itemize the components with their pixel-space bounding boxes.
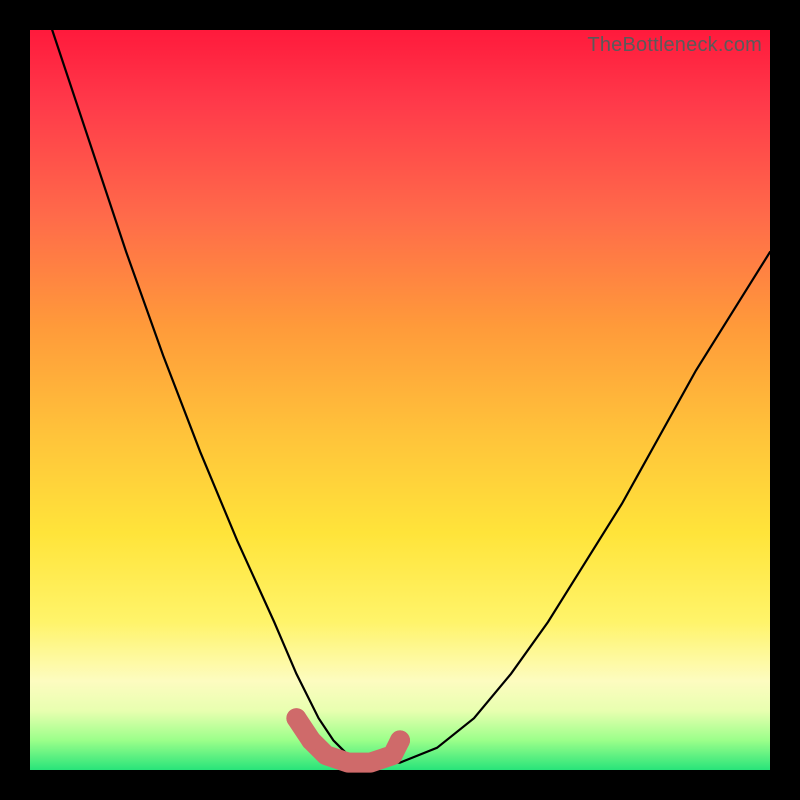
curve-layer (30, 30, 770, 770)
flat-bottom-markers (286, 708, 410, 762)
marker-dot (390, 730, 410, 750)
marker-dot (286, 708, 306, 728)
marker-dot (301, 730, 321, 750)
bottleneck-curve (52, 30, 770, 763)
chart-frame: TheBottleneck.com (0, 0, 800, 800)
plot-area: TheBottleneck.com (30, 30, 770, 770)
